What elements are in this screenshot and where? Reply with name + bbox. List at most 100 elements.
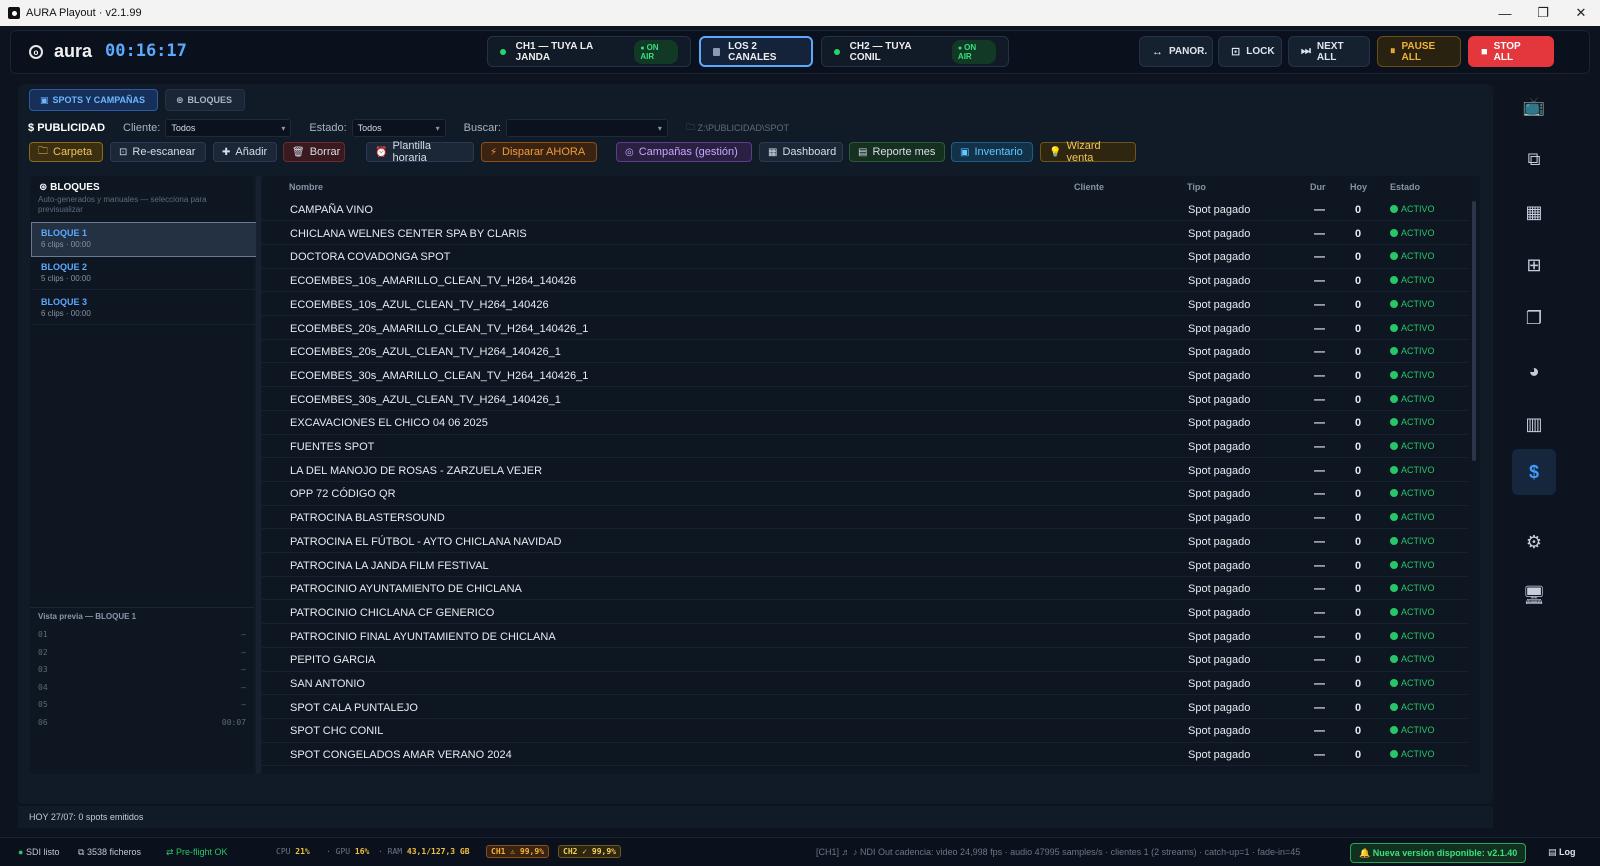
spot-duration: — [1314,535,1325,548]
col-estado[interactable]: Estado [1390,182,1420,192]
table-row[interactable]: PATROCINIO AYUNTAMIENTO DE CHICLANA Spot … [262,577,1468,601]
pause-all-button[interactable]: ⏸ PAUSE ALL [1377,36,1461,67]
spot-duration: — [1314,773,1325,774]
col-dur[interactable]: Dur [1310,182,1326,192]
dashboard-button[interactable]: ▦ Dashboard [759,142,843,162]
maximize-icon[interactable]: ❐ [1524,0,1562,26]
close-icon[interactable]: ✕ [1562,0,1600,26]
table-row[interactable]: ECOEMBES_20s_AZUL_CLEAN_TV_H264_140426_1… [262,340,1468,364]
table-row[interactable]: ECOEMBES_30s_AZUL_CLEAN_TV_H264_140426_1… [262,388,1468,411]
spot-duration: — [1314,749,1325,762]
block-item[interactable]: BLOQUE 1 6 clips · 00:00 [31,222,257,257]
table-row[interactable]: ECOEMBES_20s_AMARILLO_CLEAN_TV_H264_1404… [262,317,1468,340]
spot-today-count: 0 [1355,204,1362,216]
table-row[interactable]: ECOEMBES_10s_AMARILLO_CLEAN_TV_H264_1404… [262,269,1468,293]
channel-1-button[interactable]: CH1 — TUYA LA JANDA ON AIR [487,36,691,67]
table-row[interactable]: SPOT CHC CONIL Spot pagado — 0 ACTIVO [262,719,1468,743]
blocks-scrollbar[interactable] [256,176,261,774]
carpeta-button[interactable]: 🗀 Carpeta [29,142,103,162]
col-hoy[interactable]: Hoy [1350,182,1367,192]
table-row[interactable]: PATROCINIO CHICLANA CF GENERICO Spot paga… [262,601,1468,625]
spot-duration: — [1314,346,1325,359]
table-row[interactable]: FUENTES SPOT Spot pagado — 0 ACTIVO [262,435,1468,459]
spot-status-badge: ACTIVO [1390,394,1435,404]
log-button[interactable]: ▤ Log [1548,847,1576,858]
table-row[interactable]: PATROCINA LA JANDA FILM FESTIVAL Spot pag… [262,554,1468,577]
both-channels-button[interactable]: LOS 2 CANALES [699,36,813,67]
preview-row: 04 — [38,683,246,692]
right-sidebar: 📺 ⧉ ▦ ⊞ ❐ ◕ ▥ $ ⚙ 🖥 [1510,84,1558,794]
palette-icon[interactable]: ◕ [1516,353,1552,389]
spot-type: Spot pagado [1188,678,1251,690]
minimize-icon[interactable]: — [1486,0,1524,26]
col-nombre[interactable]: Nombre [289,182,323,192]
search-input[interactable] [505,119,668,137]
table-row[interactable]: SAN ANTONIO Spot pagado — 0 ACTIVO [262,672,1468,696]
col-tipo[interactable]: Tipo [1187,182,1206,192]
inventario-button[interactable]: ▣ Inventario [951,142,1033,162]
col-cliente[interactable]: Cliente [1074,182,1104,192]
windows-icon[interactable]: ❐ [1516,300,1552,336]
tab-spots[interactable]: ▣ SPOTS Y CAMPAÑAS [29,89,158,111]
media-icon[interactable]: ⧉ [1516,141,1552,177]
spot-duration: — [1314,512,1325,525]
settings-gear-icon[interactable]: ⚙ [1516,524,1552,560]
channel-2-button[interactable]: CH2 — TUYA CONIL ON AIR [821,36,1009,67]
spot-today-count: 0 [1355,322,1362,335]
gpu-label: GPU [335,847,351,856]
campanas-button[interactable]: ◎ Campañas (gestión) [616,142,752,162]
lock-button[interactable]: ⊡ LOCK [1218,36,1282,67]
fire-icon: ⚡ [490,146,498,158]
blocks-title: ⊛ BLOQUES [39,182,100,193]
tab-bloques[interactable]: ⊛ BLOQUES [165,89,245,111]
disparar-button[interactable]: ⚡ Disparar AHORA [481,142,597,162]
stop-all-button[interactable]: ■ STOP ALL [1468,36,1554,67]
spot-status-badge: ACTIVO [1390,417,1435,427]
update-available-button[interactable]: 🔔 Nueva versión disponible: v2.1.40 [1350,843,1527,863]
lightbulb-icon: 💡 [1049,146,1062,158]
disparar-label: Disparar AHORA [502,146,586,158]
table-row[interactable]: PATROCINIO FINAL AYUNTAMIENTO DE CHICLAN… [262,625,1468,648]
add-button[interactable]: ✚ Añadir [213,142,277,162]
delete-button[interactable]: 🗑 Borrar [283,142,345,162]
chart-icon[interactable]: ▥ [1516,406,1552,442]
table-row[interactable]: ECOEMBES_30s_AMARILLO_CLEAN_TV_H264_1404… [262,364,1468,388]
plantilla-button[interactable]: ⏰ Plantilla horaria [366,140,474,164]
table-row[interactable]: SPOT CONGELADOS AMAR VERANO 2024 Spot pag… [262,743,1468,767]
table-row[interactable]: DOCTORA COVADONGA SPOT Spot pagado — 0 ACTIV… [262,245,1468,269]
table-row[interactable]: CAMPAÑA VINO Spot pagado — 0 ACTIVO [262,198,1468,222]
rescan-button[interactable]: ⊡ Re-escanear [110,142,206,162]
panorama-button[interactable]: ↔ PANOR. [1139,36,1213,67]
tv-icon[interactable]: 📺 [1516,88,1552,124]
calendar-icon[interactable]: ▦ [1516,194,1552,230]
next-all-button[interactable]: ⏭ NEXT ALL [1288,36,1370,67]
rescan-label: Re-escanear [132,146,196,158]
spot-duration: — [1314,630,1325,643]
estado-select[interactable]: Todos [351,119,446,137]
preview-duration: — [241,682,246,692]
preview-duration: — [241,630,246,639]
spot-duration: — [1314,322,1325,335]
table-row[interactable]: SPOT CALA PUNTALEJO Spot pagado — 0 ACTIVO [262,696,1468,719]
advertising-dollar-icon[interactable]: $ [1512,449,1556,495]
wizard-button[interactable]: 💡 Wizard venta [1040,140,1136,164]
block-item[interactable]: BLOQUE 3 6 clips · 00:00 [32,292,256,325]
table-row[interactable]: LA DEL MANOJO DE ROSAS - ZARZUELA VEJER S… [262,459,1468,482]
cliente-select[interactable]: Todos [165,119,292,137]
preflight-status: ⇄ Pre-flight OK [166,847,228,858]
table-row[interactable]: CHICLANA WELNES CENTER SPA BY CLARIS Spot… [262,222,1468,245]
table-row[interactable]: PEPITO GARCIA Spot pagado — 0 ACTIVO [262,648,1468,672]
table-row[interactable]: PATROCINA BLASTERSOUND Spot pagado — 0 ACTIV… [262,506,1468,530]
spot-status-badge: ACTIVO [1390,678,1435,688]
monitor-icon[interactable]: 🖥 [1516,577,1552,613]
table-row[interactable]: ECOEMBES_10s_AZUL_CLEAN_TV_H264_140426 Sp… [262,293,1468,317]
table-row[interactable]: PATROCINA EL FÚTBOL - AYTO CHICLANA NAVI… [262,530,1468,554]
list-scrollbar[interactable] [1472,201,1476,461]
block-item[interactable]: BLOQUE 2 5 clips · 00:00 [32,257,256,290]
table-row[interactable]: OPP 72 CÓDIGO QR Spot pagado — 0 ACTIVO [262,482,1468,506]
robot-icon[interactable]: ⊞ [1516,247,1552,283]
table-row[interactable]: SPOT COSTA FITNESS 2025 Spot pagado — 0 ACTI… [262,767,1468,774]
spot-type: Spot pagado [1188,512,1251,525]
reporte-button[interactable]: ▤ Reporte mes [849,142,945,162]
table-row[interactable]: EXCAVACIONES EL CHICO 04 06 2025 Spot pag… [262,411,1468,435]
